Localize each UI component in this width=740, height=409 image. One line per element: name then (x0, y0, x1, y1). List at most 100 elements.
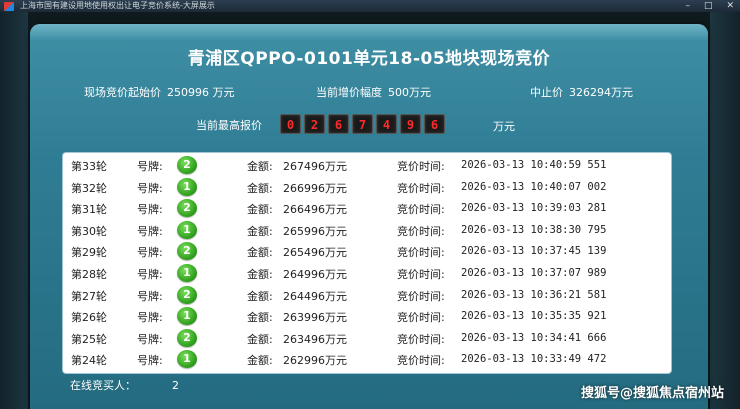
right-background-strip (710, 12, 740, 409)
plate-label: 号牌: (137, 181, 163, 195)
plate-badge: 1 (177, 177, 197, 196)
plate-badge: 2 (177, 199, 197, 218)
start-price-value: 250996 万元 (167, 86, 235, 99)
amount-value: 265496万元 (283, 246, 347, 260)
digit-box: 7 (352, 114, 373, 134)
amount-value: 263996万元 (283, 311, 347, 325)
time-label: 竞价时间: (397, 332, 445, 346)
digit-box: 6 (424, 114, 445, 134)
time-label: 竞价时间: (397, 224, 445, 238)
time-value: 2026-03-13 10:37:45 139 (461, 245, 607, 258)
round-label: 第26轮 (71, 311, 107, 325)
plate-label: 号牌: (137, 289, 163, 303)
digit-box: 0 (280, 114, 301, 134)
plate-badge: 1 (177, 307, 197, 326)
bid-row: 第28轮 号牌: 1 金额: 264996万元 竞价时间: 2026-03-13 10:37… (63, 263, 671, 284)
time-label: 竞价时间: (397, 181, 445, 195)
round-label: 第25轮 (71, 332, 107, 346)
time-value: 2026-03-13 10:40:59 551 (461, 159, 607, 171)
plate-badge: 2 (177, 242, 197, 261)
app-icon (4, 1, 14, 11)
plate-badge: 2 (177, 328, 197, 347)
plate-label: 号牌: (137, 332, 163, 346)
plate-badge: 2 (177, 285, 197, 304)
bid-row: 第27轮 号牌: 2 金额: 264496万元 竞价时间: 2026-03-13 10:36… (63, 285, 671, 306)
amount-label: 金额: (247, 160, 273, 173)
round-label: 第30轮 (71, 224, 107, 238)
time-value: 2026-03-13 10:39:03 281 (461, 202, 607, 215)
bid-row: 第29轮 号牌: 2 金额: 265496万元 竞价时间: 2026-03-13 10:37… (63, 241, 671, 262)
time-label: 竞价时间: (397, 354, 445, 368)
digit-box: 2 (304, 114, 325, 134)
highest-bid-unit: 万元 (493, 120, 515, 133)
stop-price-value: 326294万元 (569, 86, 633, 99)
bid-row: 第32轮 号牌: 1 金额: 266996万元 竞价时间: 2026-03-13 10:40… (63, 177, 671, 198)
plate-label: 号牌: (137, 224, 163, 238)
highest-bid-row: 当前最高报价 0 2 6 7 4 9 6 万元 (30, 112, 708, 136)
time-label: 竞价时间: (397, 203, 445, 217)
amount-label: 金额: (247, 354, 273, 368)
time-label: 竞价时间: (397, 289, 445, 303)
digit-box: 9 (400, 114, 421, 134)
maximize-button[interactable]: □ (704, 0, 713, 12)
bid-row: 第33轮 号牌: 2 金额: 267496万元 竞价时间: 2026-03-13 10:40… (63, 155, 671, 176)
bid-row: 第25轮 号牌: 2 金额: 263496万元 竞价时间: 2026-03-13 10:34… (63, 328, 671, 349)
round-label: 第31轮 (71, 203, 107, 217)
amount-label: 金额: (247, 332, 273, 346)
time-value: 2026-03-13 10:37:07 989 (461, 267, 607, 279)
bid-row: 第30轮 号牌: 1 金额: 265996万元 竞价时间: 2026-03-13 10:38… (63, 220, 671, 241)
amount-value: 262996万元 (283, 354, 347, 368)
bid-row: 第24轮 号牌: 1 金额: 262996万元 竞价时间: 2026-03-13 10:33… (63, 349, 671, 370)
time-label: 竞价时间: (397, 311, 445, 325)
stop-price-info: 中止价 326294万元 (530, 84, 633, 100)
round-label: 第28轮 (71, 268, 107, 281)
plate-label: 号牌: (137, 268, 163, 281)
time-label: 竞价时间: (397, 246, 445, 260)
close-button[interactable]: ✕ (726, 0, 734, 12)
amount-value: 266496万元 (283, 203, 347, 217)
window-title: 上海市国有建设用地使用权出让电子竞价系统-大屏展示 (20, 1, 215, 10)
highest-bid-digits: 0 2 6 7 4 9 6 (280, 114, 445, 134)
amount-value: 266996万元 (283, 181, 347, 195)
increment-label: 当前增价幅度 (316, 86, 382, 99)
time-value: 2026-03-13 10:33:49 472 (461, 353, 607, 366)
amount-label: 金额: (247, 246, 273, 260)
amount-value: 264996万元 (283, 268, 347, 281)
left-background-strip (0, 12, 28, 409)
online-bidders: 在线竞买人： 2 (70, 377, 179, 393)
window-titlebar: 上海市国有建设用地使用权出让电子竞价系统-大屏展示 – □ ✕ (0, 0, 740, 12)
amount-label: 金额: (247, 289, 273, 303)
plate-badge: 1 (177, 350, 197, 369)
online-bidders-count: 2 (172, 379, 179, 392)
auction-panel: 青浦区QPPO-0101单元18-05地块现场竞价 现场竞价起始价 250996 … (30, 24, 708, 409)
amount-label: 金额: (247, 311, 273, 325)
window-controls: – □ ✕ (685, 0, 734, 12)
online-bidders-label: 在线竞买人： (70, 379, 136, 392)
round-label: 第32轮 (71, 181, 107, 195)
plate-badge: 1 (177, 264, 197, 282)
bid-row: 第31轮 号牌: 2 金额: 266496万元 竞价时间: 2026-03-13 10:39… (63, 198, 671, 219)
time-label: 竞价时间: (397, 160, 445, 173)
plate-label: 号牌: (137, 354, 163, 368)
time-value: 2026-03-13 10:36:21 581 (461, 288, 607, 301)
round-label: 第27轮 (71, 289, 107, 303)
plate-label: 号牌: (137, 160, 163, 173)
panel-header-band (30, 24, 708, 40)
amount-label: 金额: (247, 203, 273, 217)
amount-value: 265996万元 (283, 224, 347, 238)
round-label: 第24轮 (71, 354, 107, 368)
page-title: 青浦区QPPO-0101单元18-05地块现场竞价 (187, 49, 551, 69)
stop-price-label: 中止价 (530, 86, 563, 99)
increment-value: 500万元 (388, 86, 431, 99)
plate-label: 号牌: (137, 203, 163, 217)
bid-history-list[interactable]: 第33轮 号牌: 2 金额: 267496万元 竞价时间: 2026-03-13 10:40… (62, 152, 672, 374)
round-label: 第33轮 (71, 160, 107, 173)
round-label: 第29轮 (71, 246, 107, 260)
time-value: 2026-03-13 10:35:35 921 (461, 310, 607, 323)
plate-badge: 1 (177, 220, 197, 239)
plate-label: 号牌: (137, 311, 163, 325)
digit-box: 4 (376, 114, 397, 134)
minimize-button[interactable]: – (685, 0, 690, 12)
amount-label: 金额: (247, 268, 273, 281)
increment-info: 当前增价幅度 500万元 (316, 84, 431, 100)
